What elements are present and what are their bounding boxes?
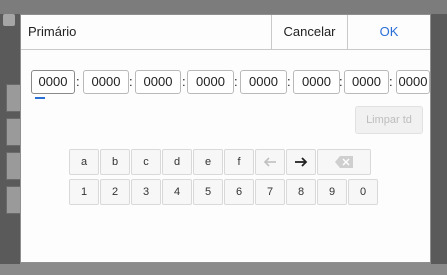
separator: :	[234, 74, 238, 89]
address-field-7[interactable]: 0000	[344, 70, 389, 94]
clear-all-button[interactable]: Limpar td	[355, 106, 423, 134]
key-d[interactable]: d	[162, 149, 192, 175]
address-field-4[interactable]: 0000	[187, 70, 234, 94]
arrow-right-key[interactable]	[286, 149, 316, 175]
arrow-right-icon	[295, 157, 308, 167]
background-status-bar	[0, 0, 447, 14]
key-c[interactable]: c	[131, 149, 161, 175]
cancel-button[interactable]: Cancelar	[271, 15, 347, 49]
separator: :	[182, 74, 186, 89]
key-7[interactable]: 7	[255, 179, 285, 205]
dialog-header: Primário Cancelar OK	[21, 15, 430, 50]
background-bottom-bar	[0, 263, 447, 275]
background-right-panel	[431, 14, 447, 264]
arrow-left-key[interactable]	[255, 149, 285, 175]
key-9[interactable]: 9	[317, 179, 347, 205]
keypad: a b c d e f 1 2 3 4 5 6 7 8 9 0	[69, 149, 405, 209]
background-handle-icon	[3, 14, 15, 26]
dialog-title: Primário	[28, 24, 77, 39]
key-0[interactable]: 0	[348, 179, 378, 205]
backspace-icon	[335, 156, 353, 168]
key-f[interactable]: f	[224, 149, 254, 175]
key-e[interactable]: e	[193, 149, 223, 175]
separator: :	[389, 74, 393, 89]
key-8[interactable]: 8	[286, 179, 316, 205]
address-field-2[interactable]: 0000	[83, 70, 129, 94]
key-5[interactable]: 5	[193, 179, 223, 205]
key-2[interactable]: 2	[100, 179, 130, 205]
text-cursor	[35, 97, 45, 99]
address-field-3[interactable]: 0000	[135, 70, 181, 94]
address-fields: 0000 : 0000 : 0000 : 0000 : 0000 : 0000 …	[21, 70, 430, 94]
ip-address-dialog: Primário Cancelar OK 0000 : 0000 : 0000 …	[20, 14, 431, 263]
address-field-5[interactable]: 0000	[240, 70, 287, 94]
ok-button[interactable]: OK	[347, 15, 430, 49]
arrow-left-icon	[263, 157, 276, 167]
key-6[interactable]: 6	[224, 179, 254, 205]
address-field-6[interactable]: 0000	[293, 70, 340, 94]
key-1[interactable]: 1	[69, 179, 99, 205]
key-3[interactable]: 3	[131, 179, 161, 205]
address-field-1[interactable]: 0000	[31, 70, 75, 94]
key-b[interactable]: b	[100, 149, 130, 175]
key-a[interactable]: a	[69, 149, 99, 175]
address-field-8[interactable]: 0000	[396, 70, 430, 94]
key-4[interactable]: 4	[162, 179, 192, 205]
separator: :	[76, 74, 80, 89]
separator: :	[287, 74, 291, 89]
backspace-key[interactable]	[317, 149, 371, 175]
separator: :	[129, 74, 133, 89]
separator: :	[339, 74, 343, 89]
